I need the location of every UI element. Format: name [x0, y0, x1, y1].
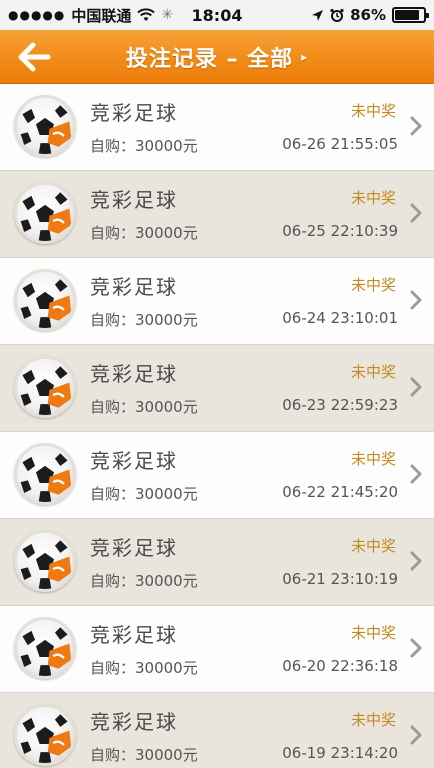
bet-time: 06-24 23:10:01: [282, 309, 398, 327]
purchase-amount: 自购：30000元: [90, 659, 198, 677]
lottery-type: 竞彩足球: [90, 536, 178, 560]
page-title-dropdown[interactable]: 投注记录 – 全部 ▸: [126, 41, 308, 73]
bet-time: 06-20 22:36:18: [282, 657, 398, 675]
lottery-type: 竞彩足球: [90, 101, 178, 125]
prize-status: 未中奖: [350, 537, 396, 555]
chevron-right-icon: [410, 203, 422, 223]
lottery-type: 竞彩足球: [90, 275, 178, 299]
purchase-amount: 自购：30000元: [90, 224, 198, 242]
bet-time: 06-21 23:10:19: [282, 570, 398, 588]
arrow-left-icon: [18, 42, 51, 72]
soccer-ball-icon: [14, 443, 76, 505]
bet-time: 06-22 21:45:20: [282, 483, 398, 501]
bet-record-row[interactable]: 竞彩足球 未中奖 自购：30000元 06-20 22:36:18: [0, 606, 434, 693]
page-title: 投注记录 – 全部: [125, 46, 294, 72]
chevron-right-icon: [410, 116, 422, 136]
prize-status: 未中奖: [350, 624, 396, 642]
alarm-clock-icon: [330, 8, 344, 22]
prize-status: 未中奖: [350, 102, 396, 120]
prize-status: 未中奖: [350, 711, 396, 729]
caret-right-icon: ▸: [301, 49, 309, 64]
purchase-amount: 自购：30000元: [90, 572, 198, 590]
purchase-amount: 自购：30000元: [90, 485, 198, 503]
soccer-ball-icon: [14, 617, 76, 679]
battery-level-fill: [395, 10, 420, 20]
bet-record-list: 竞彩足球 未中奖 自购：30000元 06-26 21:55:05 竞彩足球 未…: [0, 84, 434, 768]
signal-strength-icon: ●●●●●: [8, 8, 66, 22]
activity-spinner-icon: ✳: [161, 7, 174, 23]
status-left: ●●●●● 中国联通 ✳: [8, 5, 178, 26]
prize-status: 未中奖: [350, 276, 396, 294]
wifi-icon: [137, 8, 156, 21]
bet-record-row[interactable]: 竞彩足球 未中奖 自购：30000元 06-21 23:10:19: [0, 519, 434, 606]
bet-time: 06-19 23:14:20: [282, 744, 398, 762]
status-time: 18:04: [191, 5, 243, 25]
bet-time: 06-26 21:55:05: [282, 135, 398, 153]
prize-status: 未中奖: [350, 363, 396, 381]
bet-record-row[interactable]: 竞彩足球 未中奖 自购：30000元 06-23 22:59:23: [0, 345, 434, 432]
chevron-right-icon: [410, 464, 422, 484]
soccer-ball-icon: [14, 182, 76, 244]
chevron-right-icon: [410, 377, 422, 397]
soccer-ball-icon: [14, 269, 76, 331]
soccer-ball-icon: [14, 356, 76, 418]
bet-time: 06-25 22:10:39: [282, 222, 398, 240]
battery-percent: 86%: [350, 6, 386, 24]
carrier-name: 中国联通: [71, 6, 132, 25]
prize-status: 未中奖: [350, 189, 396, 207]
status-right: 86%: [256, 6, 429, 24]
lottery-type: 竞彩足球: [90, 449, 178, 473]
bet-record-row[interactable]: 竞彩足球 未中奖 自购：30000元 06-19 23:14:20: [0, 693, 434, 768]
purchase-amount: 自购：30000元: [90, 746, 198, 764]
purchase-amount: 自购：30000元: [90, 398, 198, 416]
purchase-amount: 自购：30000元: [90, 137, 198, 155]
nav-bar: 投注记录 – 全部 ▸: [0, 30, 434, 84]
bet-time: 06-23 22:59:23: [282, 396, 398, 414]
bet-record-row[interactable]: 竞彩足球 未中奖 自购：30000元 06-26 21:55:05: [0, 84, 434, 171]
lottery-type: 竞彩足球: [90, 362, 178, 386]
back-button[interactable]: [14, 39, 54, 75]
lottery-type: 竞彩足球: [90, 710, 178, 734]
soccer-ball-icon: [14, 530, 76, 592]
chevron-right-icon: [410, 551, 422, 571]
chevron-right-icon: [410, 638, 422, 658]
bet-record-row[interactable]: 竞彩足球 未中奖 自购：30000元 06-22 21:45:20: [0, 432, 434, 519]
chevron-right-icon: [410, 290, 422, 310]
battery-icon: [392, 7, 429, 23]
chevron-right-icon: [410, 725, 422, 745]
status-bar: ●●●●● 中国联通 ✳ 18:04 86%: [0, 0, 434, 30]
soccer-ball-icon: [14, 704, 76, 766]
bet-record-row[interactable]: 竞彩足球 未中奖 自购：30000元 06-24 23:10:01: [0, 258, 434, 345]
purchase-amount: 自购：30000元: [90, 311, 198, 329]
lottery-type: 竞彩足球: [90, 188, 178, 212]
bet-record-row[interactable]: 竞彩足球 未中奖 自购：30000元 06-25 22:10:39: [0, 171, 434, 258]
prize-status: 未中奖: [350, 450, 396, 468]
location-arrow-icon: [312, 9, 324, 21]
lottery-type: 竞彩足球: [90, 623, 178, 647]
soccer-ball-icon: [14, 95, 76, 157]
